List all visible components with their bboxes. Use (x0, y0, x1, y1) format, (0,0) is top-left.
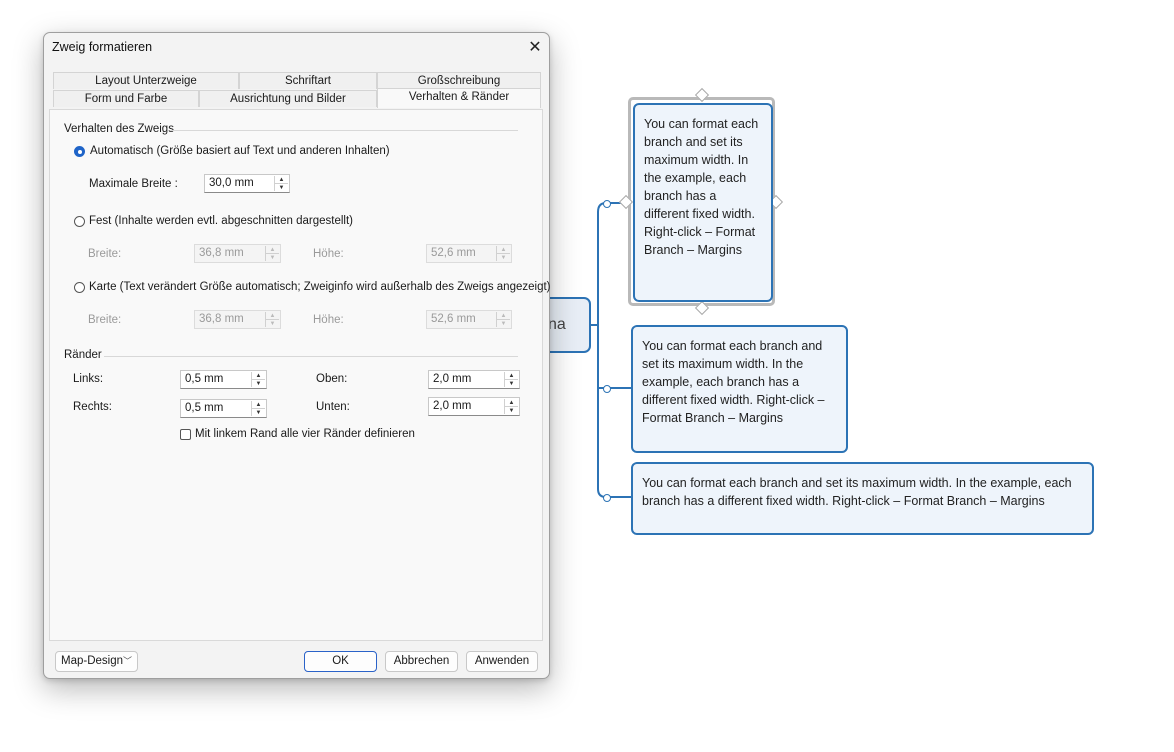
card-height-label: Höhe: (313, 314, 344, 326)
stepper-buttons: ▲ ▼ (274, 176, 288, 191)
stepper-up-button[interactable]: ▲ (266, 246, 279, 254)
margin-top-label: Oben: (316, 373, 348, 385)
card-height-stepper[interactable]: 52,6 mm ▲ ▼ (426, 310, 512, 329)
stepper-up-button[interactable]: ▲ (252, 401, 265, 409)
branch-topic[interactable]: You can format each branch and set its m… (631, 325, 848, 453)
margin-right-value: 0,5 mm (185, 402, 224, 414)
all-margins-checkbox-label: Mit linkem Rand alle vier Ränder definie… (195, 428, 415, 440)
card-width-stepper[interactable]: 36,8 mm ▲ ▼ (194, 310, 281, 329)
max-width-value: 30,0 mm (209, 177, 254, 189)
stepper-up-button[interactable]: ▲ (497, 312, 510, 320)
margin-right-label: Rechts: (73, 401, 112, 413)
map-design-label: Map-Design (61, 655, 123, 667)
branch-connector-dot (603, 200, 611, 208)
auto-radio[interactable] (74, 146, 85, 157)
margin-top-stepper[interactable]: 2,0 mm ▲ ▼ (428, 370, 520, 389)
stepper-buttons: ▲ ▼ (265, 312, 279, 327)
fixed-height-value: 52,6 mm (431, 247, 476, 259)
central-topic-label: na (548, 316, 566, 333)
card-radio-label: Karte (Text verändert Größe automatisch;… (89, 281, 551, 293)
branch-connector-dot (603, 385, 611, 393)
apply-button[interactable]: Anwenden (466, 651, 538, 672)
fixed-width-value: 36,8 mm (199, 247, 244, 259)
margin-top-value: 2,0 mm (433, 373, 472, 385)
branch-topic[interactable]: You can format each branch and set its m… (631, 462, 1094, 535)
tab-panel: Verhalten des Zweigs Automatisch (Größe … (49, 109, 551, 641)
margin-left-label: Links: (73, 373, 104, 385)
fixed-width-label: Breite: (88, 248, 122, 260)
max-width-stepper[interactable]: 30,0 mm ▲ ▼ (204, 174, 290, 193)
stepper-down-button[interactable]: ▼ (505, 407, 518, 414)
stepper-buttons: ▲ ▼ (504, 372, 518, 387)
stepper-buttons: ▲ ▼ (496, 312, 510, 327)
stepper-down-button[interactable]: ▼ (252, 409, 265, 416)
stepper-up-button[interactable]: ▲ (252, 372, 265, 380)
fixed-radio[interactable] (74, 216, 85, 227)
margin-left-value: 0,5 mm (185, 373, 224, 385)
stepper-buttons: ▲ ▼ (504, 399, 518, 414)
stepper-up-button[interactable]: ▲ (505, 372, 518, 380)
stepper-down-button[interactable]: ▼ (497, 320, 510, 327)
card-width-value: 36,8 mm (199, 313, 244, 325)
group-divider (104, 356, 518, 357)
branch-connector-dot (603, 494, 611, 502)
stepper-buttons: ▲ ▼ (496, 246, 510, 261)
stepper-down-button[interactable]: ▼ (497, 254, 510, 261)
stepper-buttons: ▲ ▼ (251, 372, 265, 387)
cancel-button[interactable]: Abbrechen (385, 651, 458, 672)
stepper-up-button[interactable]: ▲ (275, 176, 288, 184)
fixed-width-stepper[interactable]: 36,8 mm ▲ ▼ (194, 244, 281, 263)
margin-right-stepper[interactable]: 0,5 mm ▲ ▼ (180, 399, 267, 418)
tab-shape-color[interactable]: Form und Farbe (53, 90, 199, 107)
chevron-down-icon: ﹀ (122, 656, 132, 666)
card-width-label: Breite: (88, 314, 122, 326)
margin-bottom-stepper[interactable]: 2,0 mm ▲ ▼ (428, 397, 520, 416)
format-branch-dialog: Zweig formatieren ✕ Layout Unterzweige S… (43, 32, 551, 679)
margins-group-label: Ränder (64, 349, 102, 361)
tab-alignment-images[interactable]: Ausrichtung und Bilder (199, 90, 377, 107)
stepper-down-button[interactable]: ▼ (252, 380, 265, 387)
max-width-label: Maximale Breite : (89, 178, 178, 190)
map-design-dropdown[interactable]: Map-Design ﹀ (55, 651, 138, 672)
all-margins-checkbox[interactable] (180, 429, 191, 440)
stepper-buttons: ▲ ▼ (265, 246, 279, 261)
stepper-up-button[interactable]: ▲ (505, 399, 518, 407)
behavior-group-label: Verhalten des Zweigs (64, 123, 174, 135)
dialog-title: Zweig formatieren (52, 40, 153, 54)
stepper-down-button[interactable]: ▼ (266, 254, 279, 261)
stepper-down-button[interactable]: ▼ (505, 380, 518, 387)
tab-layout-subbranches[interactable]: Layout Unterzweige (53, 72, 239, 89)
fixed-radio-label: Fest (Inhalte werden evtl. abgeschnitten… (89, 215, 354, 227)
branch-topic-selected[interactable]: You can format each branch and set its m… (633, 103, 773, 302)
margin-bottom-value: 2,0 mm (433, 400, 472, 412)
card-radio[interactable] (74, 282, 85, 293)
fixed-height-label: Höhe: (313, 248, 344, 260)
fixed-height-stepper[interactable]: 52,6 mm ▲ ▼ (426, 244, 512, 263)
close-icon: ✕ (528, 39, 542, 56)
margin-bottom-label: Unten: (316, 401, 350, 413)
tab-behavior-margins[interactable]: Verhalten & Ränder (377, 88, 541, 108)
card-height-value: 52,6 mm (431, 313, 476, 325)
stepper-down-button[interactable]: ▼ (275, 184, 288, 191)
stepper-down-button[interactable]: ▼ (266, 320, 279, 327)
tab-capitalization[interactable]: Großschreibung (377, 72, 541, 89)
tab-font[interactable]: Schriftart (239, 72, 377, 89)
close-button[interactable]: ✕ (520, 33, 550, 61)
auto-radio-label: Automatisch (Größe basiert auf Text und … (90, 145, 390, 157)
stepper-up-button[interactable]: ▲ (497, 246, 510, 254)
group-divider (170, 130, 518, 131)
stepper-buttons: ▲ ▼ (251, 401, 265, 416)
margin-left-stepper[interactable]: 0,5 mm ▲ ▼ (180, 370, 267, 389)
ok-button[interactable]: OK (304, 651, 377, 672)
stepper-up-button[interactable]: ▲ (266, 312, 279, 320)
